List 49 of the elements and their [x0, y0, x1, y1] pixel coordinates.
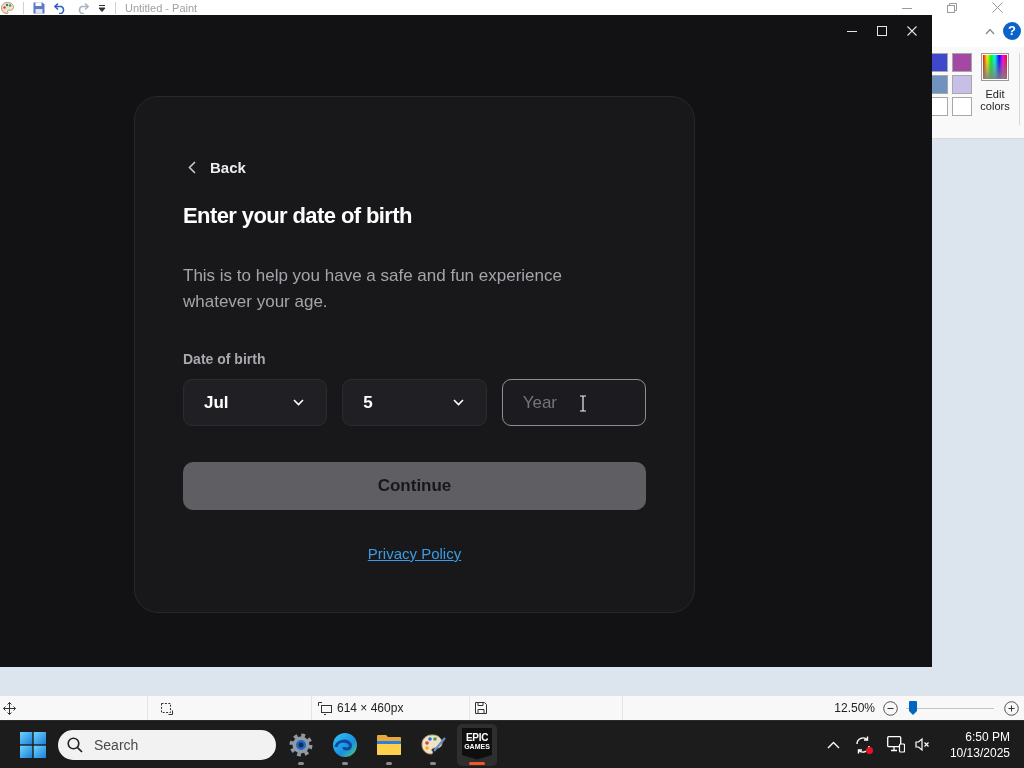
caret-down-icon[interactable] [98, 3, 106, 12]
clock-date: 10/13/2025 [949, 744, 1010, 761]
window-title: Untitled - Paint [125, 0, 198, 15]
save-icon [475, 702, 487, 714]
help-button[interactable]: ? [1003, 22, 1021, 40]
text-cursor-icon [578, 395, 587, 412]
swatch-icon[interactable] [952, 97, 972, 116]
swatch-icon[interactable] [932, 97, 948, 116]
restore-icon[interactable] [947, 2, 957, 13]
maximize-icon[interactable] [877, 26, 887, 36]
zoom-level-text: 12.50% [834, 701, 875, 715]
back-button[interactable]: Back [183, 157, 246, 177]
swatch-icon[interactable] [932, 53, 948, 72]
clock-time: 6:50 PM [965, 728, 1010, 745]
zoom-out-icon[interactable] [883, 700, 898, 716]
settings-icon [288, 731, 314, 758]
palette-icon[interactable] [1, 1, 14, 14]
dropdown-field[interactable]: Jul [183, 379, 328, 426]
selection-icon [160, 701, 173, 715]
swatch-icon[interactable] [952, 75, 972, 94]
save-icon[interactable] [33, 1, 45, 14]
chevron-left-icon [188, 160, 196, 174]
chevron-down-icon [452, 399, 464, 406]
privacy-policy-link[interactable]: Privacy Policy [367, 545, 462, 563]
heading: Enter your date of birth [183, 202, 412, 230]
slider-thumb[interactable] [909, 701, 918, 715]
speaker-muted-icon[interactable] [914, 737, 930, 752]
sync-icon[interactable] [853, 734, 874, 755]
move-icon [3, 701, 16, 715]
dropdown-field[interactable]: 5 [342, 379, 487, 426]
monitor-icon[interactable] [886, 736, 905, 753]
search-icon [67, 736, 83, 753]
canvas-size-text: 614 × 460px [337, 701, 404, 715]
search-field[interactable]: Search [58, 729, 276, 760]
folder-icon [376, 732, 402, 757]
browser-icon [332, 731, 358, 758]
palette-icon [420, 731, 446, 758]
chevron-down-icon [293, 399, 305, 406]
swatch-icon[interactable] [932, 75, 948, 94]
description-text: This is to help you have a safe and fun experience whatever your age. [183, 265, 563, 313]
start-icon[interactable] [20, 731, 46, 758]
color-spectrum-icon [981, 53, 1009, 81]
canvas-size-icon [318, 701, 332, 715]
zoom-in-icon[interactable] [1004, 700, 1019, 716]
swatch-icon[interactable] [952, 53, 972, 72]
text-input-field[interactable]: Year [501, 379, 646, 426]
edit-colors-button[interactable]: Edit colors [975, 53, 1015, 112]
field-label: Date of birth [183, 351, 266, 367]
undo-icon[interactable] [54, 1, 67, 14]
